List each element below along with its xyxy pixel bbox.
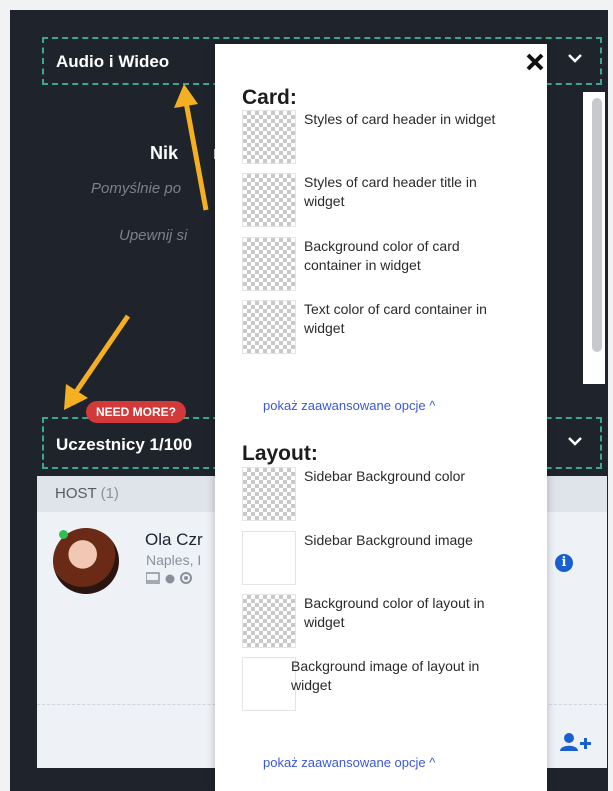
close-icon[interactable] [525,52,545,77]
checkerboard-swatch[interactable] [242,237,296,291]
card-section-title: Card: [242,86,297,109]
item-label: Sidebar Background color [304,468,466,484]
annotation-arrow-down-left [64,314,131,410]
checkerboard-swatch[interactable] [242,300,296,354]
item-label: Sidebar Background image [304,532,473,548]
av-status-line: Pomyślnie po [91,180,182,197]
checkerboard-swatch[interactable] [242,173,296,227]
show-advanced-options-link[interactable]: pokaż zaawansowane opcje ^ [263,398,435,413]
image-swatch[interactable] [242,657,296,711]
checkerboard-swatch[interactable] [242,110,296,164]
image-swatch[interactable] [242,531,296,585]
annotation-arrow-up [174,84,209,211]
av-widget-title: Audio i Wideo [56,52,170,71]
show-advanced-options-link[interactable]: pokaż zaawansowane opcje ^ [263,755,435,770]
av-hint-line: Upewnij si [119,227,188,244]
online-status-dot [59,530,68,539]
chevron-down-icon[interactable] [566,432,584,450]
participant-location: Naples, I [146,552,202,568]
item-label: Text color of card container in widget [304,301,487,336]
item-label: Background image of layout in widget [291,658,480,693]
scrollbar-thumb[interactable] [592,98,602,352]
device-icons [145,572,206,587]
add-user-icon[interactable] [560,732,594,757]
checkerboard-swatch[interactable] [242,594,296,648]
layout-section-title: Layout: [242,442,318,465]
checkerboard-swatch[interactable] [242,467,296,521]
item-label: Styles of card header title in widget [304,174,477,209]
participants-title: Uczestnicy 1/100 [56,435,193,454]
chevron-down-icon[interactable] [566,49,584,67]
item-label: Background color of layout in widget [304,595,485,630]
info-icon[interactable]: i [555,554,573,572]
item-label: Background color of card container in wi… [304,238,460,273]
participant-name: Ola Czr [145,530,203,549]
host-label: HOST (1) [55,485,119,502]
item-label: Styles of card header in widget [304,111,496,127]
